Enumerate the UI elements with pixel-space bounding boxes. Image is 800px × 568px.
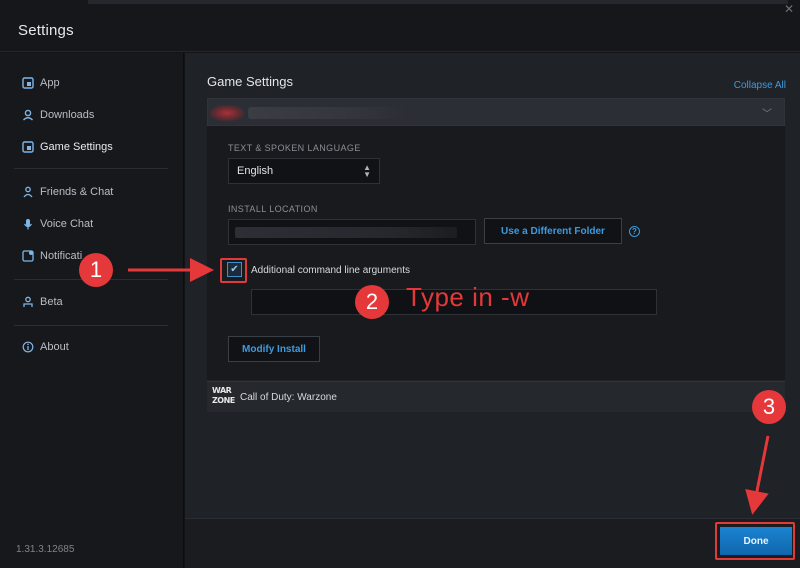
step-2-instruction: Type in -w [406, 282, 530, 312]
app-version: 1.31.3.12685 [16, 544, 75, 555]
sidebar-divider [14, 168, 168, 169]
friends-icon [22, 186, 34, 198]
install-location-field[interactable] [228, 219, 476, 245]
sidebar-item-label: Friends & Chat [40, 186, 114, 198]
chevron-down-icon[interactable]: ﹀ [762, 105, 772, 120]
use-different-folder-button[interactable]: Use a Different Folder [484, 218, 622, 244]
sidebar-item-game-settings[interactable]: Game Settings [22, 137, 113, 157]
sidebar-item-label: Downloads [40, 109, 95, 121]
step-3-marker: 3 [752, 390, 786, 424]
sidebar-divider [14, 325, 168, 326]
highlight-done [715, 522, 795, 560]
collapse-all-link[interactable]: Collapse All [734, 80, 786, 91]
sidebar-item-label: Game Settings [40, 141, 113, 153]
game-row-warzone[interactable]: WAR ZONE Call of Duty: Warzone [207, 381, 785, 412]
sidebar-item-label: Notificati [40, 250, 83, 262]
sidebar-item-voice-chat[interactable]: Voice Chat [22, 214, 93, 234]
sidebar-item-label: Beta [40, 296, 63, 308]
sidebar-item-label: Voice Chat [40, 218, 94, 230]
sidebar-item-friends-chat[interactable]: Friends & Chat [22, 182, 113, 202]
settings-window: Settings ✕ App Downloads Game Settings F… [0, 0, 800, 568]
game-accordion-header[interactable]: ﹀ [207, 98, 785, 126]
additional-args-label: Additional command line arguments [251, 265, 410, 276]
sidebar-item-downloads[interactable]: Downloads [22, 105, 94, 125]
warzone-logo-icon: WAR ZONE [212, 386, 235, 408]
game-row-label: Call of Duty: Warzone [240, 392, 337, 403]
sidebar-item-notifications[interactable]: Notificati [22, 246, 82, 266]
sidebar-item-about[interactable]: About [22, 337, 69, 357]
footer-bar [185, 518, 800, 568]
step-1-marker: 1 [79, 253, 113, 287]
window-title: Settings [18, 22, 74, 39]
game-icon-blurred [210, 105, 244, 121]
logo-line: ZONE [212, 396, 235, 405]
select-arrows-icon: ▲ ▼ [363, 163, 371, 179]
sidebar-item-label: About [40, 341, 69, 353]
language-select[interactable]: English ▲ ▼ [228, 158, 380, 184]
sidebar-item-beta[interactable]: Beta [22, 292, 63, 312]
close-icon[interactable]: ✕ [784, 2, 794, 16]
step-2-marker: 2 [355, 285, 389, 319]
title-bar-strip [88, 0, 788, 4]
notification-icon [22, 250, 34, 262]
section-title: Game Settings [207, 74, 293, 89]
install-path-blurred [235, 227, 457, 238]
game-name-blurred [248, 107, 408, 119]
sidebar-item-app[interactable]: App [22, 73, 60, 93]
highlight-checkbox [220, 258, 247, 283]
language-label: TEXT & SPOKEN LANGUAGE [228, 143, 361, 153]
download-icon [22, 109, 34, 121]
sidebar-item-label: App [40, 77, 60, 89]
help-icon[interactable]: ? [629, 226, 640, 237]
beta-icon [22, 296, 34, 308]
app-icon [22, 77, 34, 89]
install-location-label: INSTALL LOCATION [228, 204, 318, 214]
language-select-value: English [237, 165, 274, 177]
modify-install-button[interactable]: Modify Install [228, 336, 320, 362]
logo-line: WAR [212, 386, 232, 395]
microphone-icon [22, 218, 34, 230]
title-bar: Settings ✕ [0, 0, 800, 52]
game-settings-icon [22, 141, 34, 153]
info-icon [22, 341, 34, 353]
